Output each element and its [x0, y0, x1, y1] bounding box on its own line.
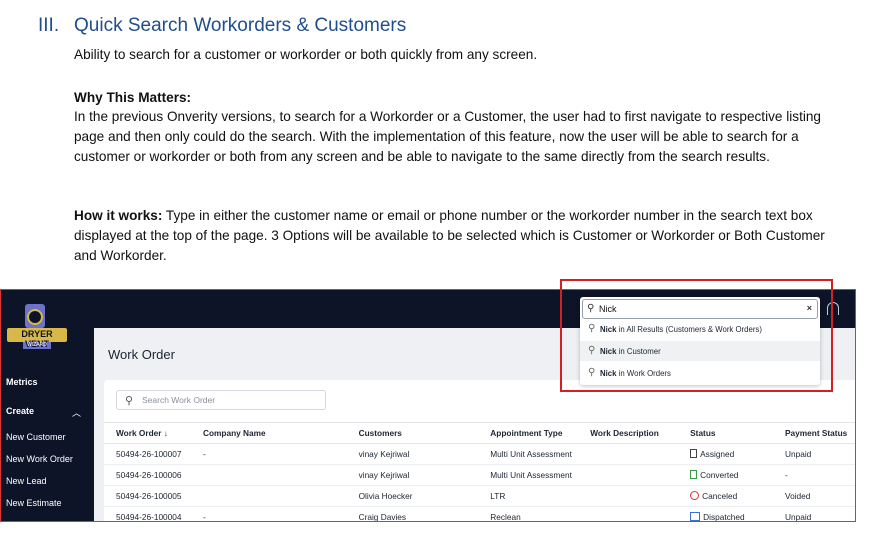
column-header-work-description[interactable]: Work Description: [578, 422, 679, 444]
sidebar-item-new-lead[interactable]: New Lead: [6, 476, 47, 486]
status-label: Canceled: [702, 491, 738, 501]
intro-paragraph: Ability to search for a customer or work…: [74, 47, 538, 62]
dispatched-icon: [690, 512, 701, 521]
status-label: Converted: [700, 470, 739, 480]
dryer-vent-wizard-logo: DRYER VENT WIZARD: [5, 302, 69, 352]
why-heading: Why This Matters:: [74, 90, 192, 105]
work-order-panel: ⚲ Search Work Order Work Order ↓ Company…: [104, 380, 855, 521]
company-cell: -: [190, 443, 347, 465]
description-cell: [578, 443, 679, 465]
status-cell: Dispatched: [678, 506, 773, 522]
sidebar-item-new-work-order[interactable]: New Work Order: [6, 454, 73, 464]
column-header-appointment-type[interactable]: Appointment Type: [478, 422, 579, 444]
sidebar-item-new-customer[interactable]: New Customer: [6, 432, 66, 442]
work-order-search-input[interactable]: ⚲ Search Work Order: [116, 390, 326, 410]
customer-cell: vinay Kejriwal: [346, 464, 479, 486]
status-label: Assigned: [700, 449, 735, 459]
status-cell: Converted: [678, 464, 773, 486]
payment-cell: Voided: [773, 485, 855, 507]
column-header-company[interactable]: Company Name: [190, 422, 347, 444]
payment-cell: Unpaid: [773, 443, 855, 465]
company-cell: -: [190, 506, 347, 521]
description-cell: [578, 506, 679, 521]
section-number: III.: [38, 15, 60, 36]
table-row[interactable]: 50494-26-100004 - Craig Davies Reclean D…: [104, 506, 855, 522]
appointment-cell: Reclean: [478, 506, 579, 521]
work-order-link[interactable]: 50494-26-100005: [104, 485, 191, 507]
canceled-icon: [690, 491, 700, 500]
section-title: Quick Search Workorders & Customers: [74, 15, 407, 36]
table-row[interactable]: 50494-26-100007 - vinay Kejriwal Multi U…: [104, 443, 855, 465]
search-icon: ⚲: [125, 395, 134, 407]
how-paragraph: How it works: Type in either the custome…: [74, 206, 849, 266]
customer-cell: vinay Kejriwal: [346, 443, 479, 465]
description-cell: [578, 485, 679, 507]
search-placeholder: Search Work Order: [142, 395, 216, 405]
assigned-icon: [690, 449, 698, 458]
status-cell: Assigned: [678, 443, 773, 465]
logo-subtext: WIZARD: [27, 342, 47, 348]
sidebar-item-new-estimate[interactable]: New Estimate: [6, 498, 62, 508]
table-row[interactable]: 50494-26-100006 vinay Kejriwal Multi Uni…: [104, 464, 855, 486]
how-heading: How it works:: [74, 208, 163, 223]
work-order-table: Work Order ↓ Company Name Customers Appo…: [104, 422, 855, 522]
company-cell: [190, 485, 347, 507]
work-order-link[interactable]: 50494-26-100007: [104, 443, 191, 465]
sidebar-item-metrics[interactable]: Metrics: [6, 377, 38, 387]
payment-cell: Unpaid: [773, 506, 855, 521]
payment-cell: -: [773, 464, 855, 486]
status-label: Dispatched: [703, 512, 745, 522]
why-paragraph: In the previous Onverity versions, to se…: [74, 109, 821, 164]
appointment-cell: Multi Unit Assessment: [478, 443, 579, 465]
work-order-link[interactable]: 50494-26-100006: [104, 464, 191, 486]
appointment-cell: Multi Unit Assessment: [478, 464, 579, 486]
status-cell: Canceled: [678, 485, 773, 507]
highlight-box: [560, 279, 833, 392]
column-header-work-order[interactable]: Work Order ↓: [104, 422, 191, 444]
appointment-cell: LTR: [478, 485, 579, 507]
description-cell: [578, 464, 679, 486]
column-header-customers[interactable]: Customers: [346, 422, 479, 444]
sidebar: DRYER VENT WIZARD Metrics Create ︿ New C…: [1, 290, 94, 521]
how-body: Type in either the customer name or emai…: [74, 208, 825, 263]
column-header-status[interactable]: Status: [678, 422, 773, 444]
table-row[interactable]: 50494-26-100005 Olivia Hoecker LTR Cance…: [104, 485, 855, 507]
page-title: Work Order: [108, 347, 175, 362]
work-order-link[interactable]: 50494-26-100004: [104, 506, 191, 521]
customer-cell: Craig Davies: [346, 506, 479, 521]
company-cell: [190, 464, 347, 486]
column-header-payment-status[interactable]: Payment Status: [773, 422, 855, 444]
customer-cell: Olivia Hoecker: [346, 485, 479, 507]
sidebar-item-create[interactable]: Create: [6, 406, 34, 416]
converted-icon: [690, 470, 698, 479]
chevron-up-icon[interactable]: ︿: [72, 406, 81, 419]
